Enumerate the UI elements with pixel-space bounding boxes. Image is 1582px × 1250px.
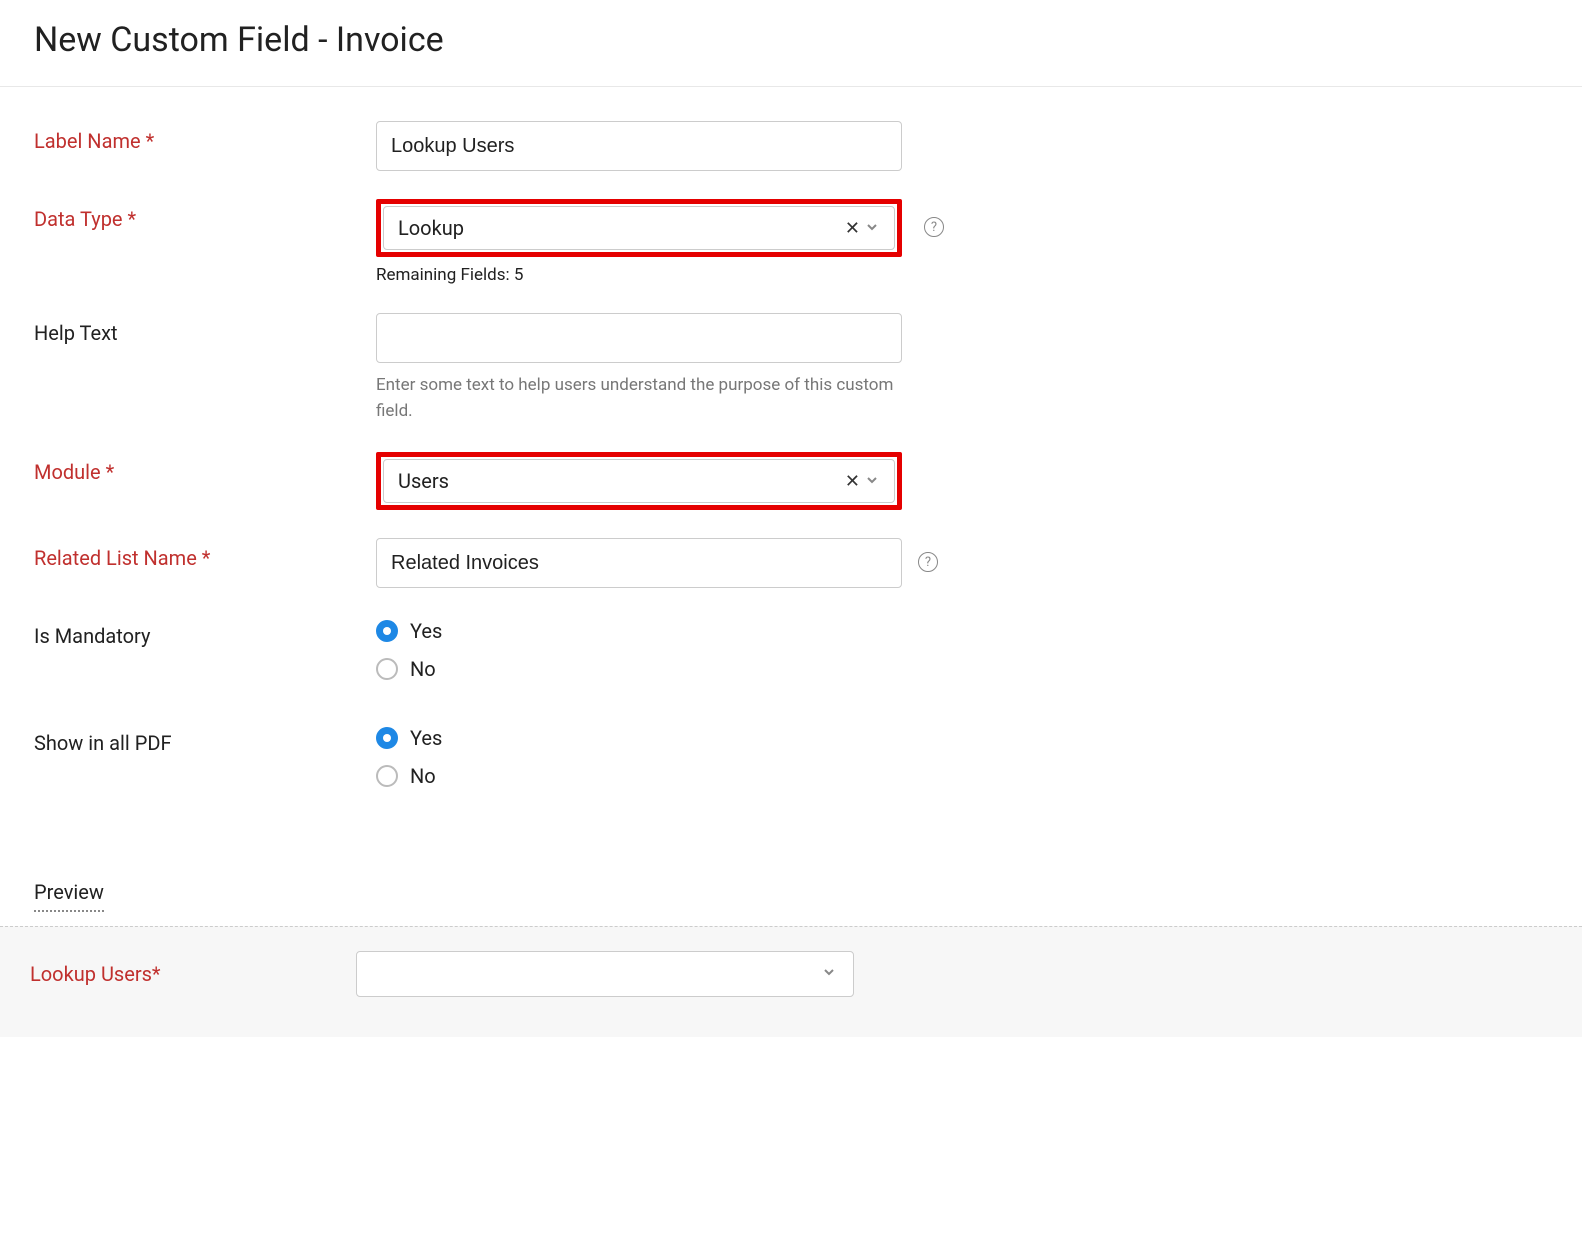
show-pdf-no-radio[interactable] [376, 765, 398, 787]
data-type-value: Lookup [398, 216, 464, 240]
data-type-highlight: Lookup ✕ [376, 199, 902, 257]
module-highlight: Users ✕ [376, 452, 902, 510]
module-value: Users [398, 469, 449, 493]
remaining-fields: Remaining Fields: 5 [376, 265, 902, 285]
preview-select[interactable] [356, 951, 854, 997]
help-icon[interactable]: ? [918, 552, 938, 572]
preview-box: Lookup Users* [0, 926, 1582, 1037]
mandatory-yes-label: Yes [410, 619, 442, 643]
related-list-input[interactable] [376, 538, 902, 588]
row-label-name: Label Name * [34, 121, 1548, 171]
chevron-down-icon[interactable] [864, 469, 880, 493]
help-text-label: Help Text [34, 313, 376, 345]
row-show-pdf: Show in all PDF Yes No [34, 723, 1548, 802]
clear-icon[interactable]: ✕ [845, 471, 860, 492]
show-pdf-yes-radio[interactable] [376, 727, 398, 749]
show-pdf-label: Show in all PDF [34, 723, 376, 755]
mandatory-no-label: No [410, 657, 436, 681]
chevron-down-icon [821, 964, 837, 985]
label-name-input[interactable] [376, 121, 902, 171]
chevron-down-icon[interactable] [864, 216, 880, 240]
row-module: Module * Users ✕ [34, 452, 1548, 510]
form-area: Label Name * Data Type * Lookup ✕ ? [0, 87, 1582, 912]
module-label: Module * [34, 452, 376, 484]
row-help-text: Help Text Enter some text to help users … [34, 313, 1548, 424]
row-is-mandatory: Is Mandatory Yes No [34, 616, 1548, 695]
data-type-select[interactable]: Lookup ✕ [383, 206, 895, 250]
preview-field-label: Lookup Users* [30, 962, 356, 986]
mandatory-no-radio[interactable] [376, 658, 398, 680]
show-pdf-no-label: No [410, 764, 436, 788]
help-icon[interactable]: ? [924, 217, 944, 237]
related-list-label: Related List Name * [34, 538, 376, 570]
help-text-hint: Enter some text to help users understand… [376, 373, 902, 424]
is-mandatory-label: Is Mandatory [34, 616, 376, 648]
data-type-label: Data Type * [34, 199, 376, 231]
mandatory-yes-radio[interactable] [376, 620, 398, 642]
show-pdf-yes-label: Yes [410, 726, 442, 750]
preview-heading: Preview [34, 880, 104, 912]
page-title: New Custom Field - Invoice [0, 0, 1582, 87]
row-related-list: Related List Name * ? [34, 538, 1548, 588]
row-data-type: Data Type * Lookup ✕ ? Remaining Fields:… [34, 199, 1548, 285]
label-name-label: Label Name * [34, 121, 376, 153]
help-text-input[interactable] [376, 313, 902, 363]
module-select[interactable]: Users ✕ [383, 459, 895, 503]
clear-icon[interactable]: ✕ [845, 218, 860, 239]
